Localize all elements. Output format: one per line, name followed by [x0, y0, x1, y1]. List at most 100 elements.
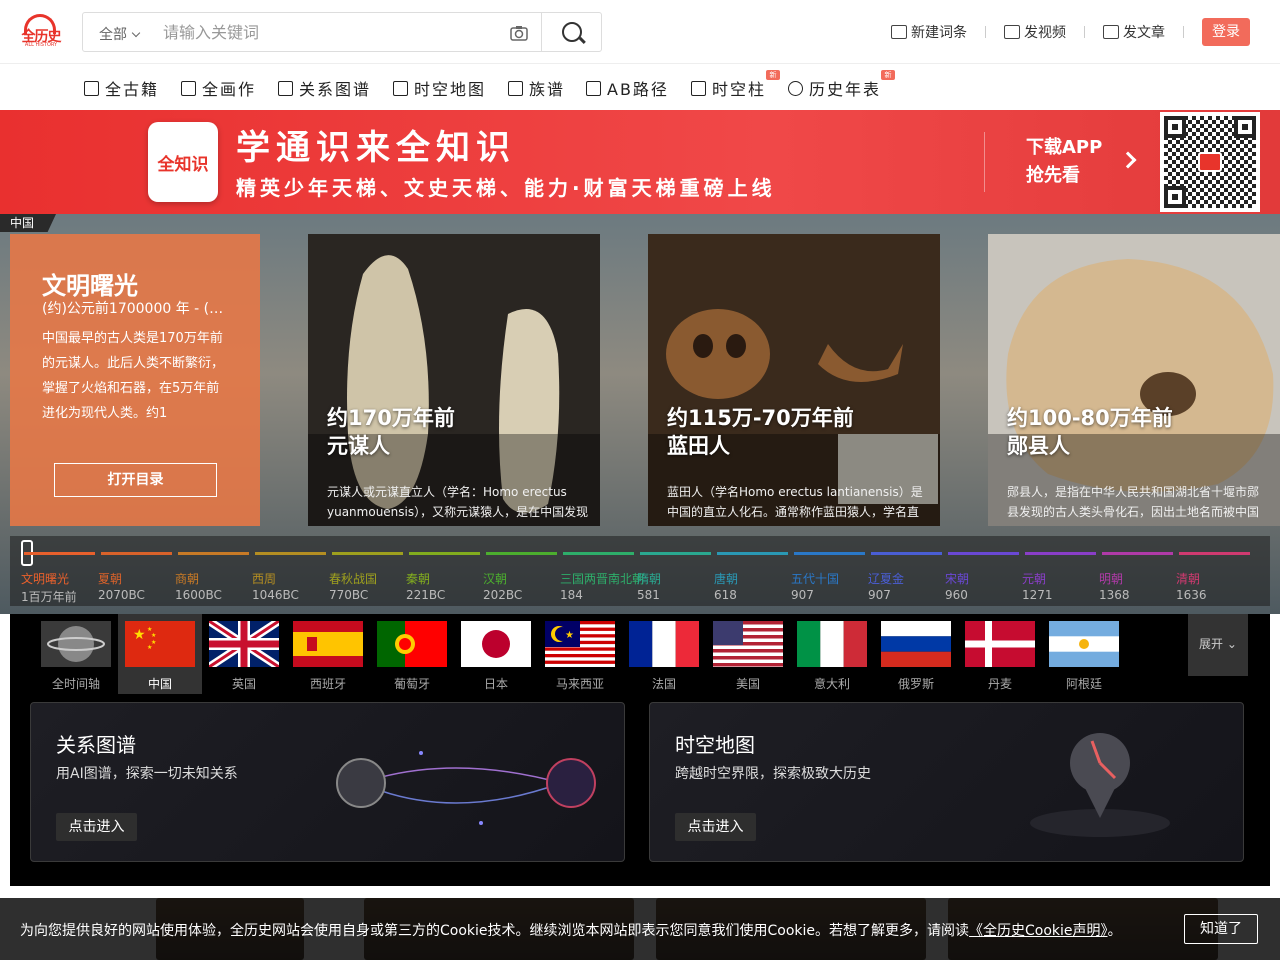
- nav-item-spacetime-pillar[interactable]: 时空柱新: [691, 70, 781, 100]
- dynasty-name[interactable]: 宋朝: [945, 570, 969, 587]
- timeline-segment[interactable]: [717, 552, 788, 555]
- country-tab[interactable]: 意大利: [790, 614, 874, 694]
- timeline-segment[interactable]: [486, 552, 557, 555]
- search-input[interactable]: [163, 21, 493, 43]
- era-range: (约)公元前1700000 年 - (约)公元前2070年: [42, 301, 232, 317]
- dynasty-name[interactable]: 夏朝: [98, 570, 122, 587]
- timeline-segment[interactable]: [332, 552, 403, 555]
- timeline-segment[interactable]: [409, 552, 480, 555]
- search-scope-dropdown[interactable]: 全部: [99, 24, 141, 44]
- site-logo[interactable]: 全历史 ALL HISTORY: [20, 14, 62, 48]
- timeline-segment[interactable]: [24, 552, 95, 555]
- country-tab[interactable]: 俄罗斯: [874, 614, 958, 694]
- country-tab[interactable]: ★ 马来西亚: [538, 614, 622, 694]
- country-tab[interactable]: 葡萄牙: [370, 614, 454, 694]
- dynasty-start-year: 907: [791, 588, 814, 602]
- login-button[interactable]: 登录: [1202, 18, 1250, 46]
- nav-label: 时空地图: [414, 80, 487, 99]
- country-tab[interactable]: 阿根廷: [1042, 614, 1126, 694]
- dynasty-name[interactable]: 元朝: [1022, 570, 1046, 587]
- nav-item-ab-path[interactable]: AB路径: [586, 76, 669, 100]
- country-tab[interactable]: 全时间轴: [34, 614, 118, 694]
- spain-flag: [293, 621, 363, 667]
- timeline-segment[interactable]: [640, 552, 711, 555]
- dynasty-name[interactable]: 辽夏金: [868, 570, 904, 587]
- dynasty-name[interactable]: 秦朝: [406, 570, 430, 587]
- dynasty-start-year: 960: [945, 588, 968, 602]
- dynasty-name[interactable]: 汉朝: [483, 570, 507, 587]
- nav-item-chronology[interactable]: 历史年表新: [788, 70, 896, 100]
- new-entry-button[interactable]: 新建词条: [891, 22, 967, 42]
- quanzhishi-logo-text: 全知识: [157, 155, 209, 175]
- timeline-segment[interactable]: [563, 552, 634, 555]
- event-card-lantian[interactable]: 约115万-70万年前 蓝田人 蓝田人（学名Homo erectus lanti…: [648, 234, 940, 526]
- timeline-segment[interactable]: [1179, 552, 1250, 555]
- dynasty-start-year: 1368: [1099, 588, 1130, 602]
- country-tab[interactable]: 法国: [622, 614, 706, 694]
- timeline-segment[interactable]: [794, 552, 865, 555]
- qr-logo: [1198, 152, 1222, 172]
- country-tab[interactable]: 英国: [202, 614, 286, 694]
- dynasty-name[interactable]: 三国两晋南北朝: [560, 570, 644, 587]
- feature-title: 关系图谱: [56, 733, 136, 757]
- timeline-segment[interactable]: [948, 552, 1019, 555]
- dynasty-name[interactable]: 西周: [252, 570, 276, 587]
- camera-icon[interactable]: [509, 23, 529, 43]
- country-tab[interactable]: 丹麦: [958, 614, 1042, 694]
- dynasty-name[interactable]: 文明曙光: [21, 570, 69, 587]
- promo-banner[interactable]: 全知识 学通识来全知识 精英少年天梯、文史天梯、能力·财富天梯重磅上线 下载AP…: [0, 110, 1280, 214]
- event-card-yunxian[interactable]: 约100-80万年前 郧县人 郧县人，是指在中华人民共和国湖北省十堰市郧县发现的…: [988, 234, 1280, 526]
- country-tab[interactable]: 日本: [454, 614, 538, 694]
- region-tag: 中国: [0, 214, 57, 232]
- cookie-policy-link[interactable]: 《全历史Cookie声明》: [969, 923, 1108, 939]
- country-tab[interactable]: 西班牙: [286, 614, 370, 694]
- event-card-yuanmou[interactable]: 约170万年前 元谋人 元谋人或元谋直立人（学名：Homo erectus yu…: [308, 234, 600, 526]
- country-name: 西班牙: [309, 677, 346, 691]
- open-catalog-button[interactable]: 打开目录: [54, 463, 217, 497]
- event-name: 郧县人: [1007, 434, 1070, 458]
- spacetime-map-card[interactable]: 时空地图 跨越时空界限，探索极致大历史 点击进入: [649, 702, 1244, 862]
- expand-button[interactable]: 展开 ⌄: [1188, 614, 1248, 676]
- post-video-button[interactable]: 发视频: [1004, 22, 1066, 42]
- timeline-segment[interactable]: [871, 552, 942, 555]
- dynasty-name[interactable]: 唐朝: [714, 570, 738, 587]
- uk-flag: [209, 621, 279, 667]
- dynasty-name[interactable]: 清朝: [1176, 570, 1200, 587]
- expand-label: 展开: [1199, 637, 1224, 651]
- divider: [985, 26, 986, 38]
- clock-icon: [788, 80, 803, 96]
- country-tab[interactable]: 美国: [706, 614, 790, 694]
- timeline-segment[interactable]: [1025, 552, 1096, 555]
- nav-label: 时空柱: [712, 80, 767, 99]
- timeline-segment[interactable]: [178, 552, 249, 555]
- dynasty-name[interactable]: 五代十国: [791, 570, 839, 587]
- svg-text:★: ★: [565, 630, 574, 641]
- nav-item-spacetime-map[interactable]: 时空地图: [393, 76, 486, 100]
- dynasty-name[interactable]: 春秋战国: [329, 570, 377, 587]
- dynasty-name[interactable]: 明朝: [1099, 570, 1123, 587]
- dynasty-name[interactable]: 商朝: [175, 570, 199, 587]
- download-app-cta[interactable]: 下载APP 抢先看: [1026, 134, 1102, 190]
- dynasty-name[interactable]: 隋朝: [637, 570, 661, 587]
- search-button[interactable]: [541, 13, 602, 51]
- banner-subtitle: 精英少年天梯、文史天梯、能力·财富天梯重磅上线: [236, 176, 776, 200]
- dynasty-start-year: 2070BC: [98, 588, 145, 602]
- country-name: 意大利: [813, 677, 850, 691]
- enter-button[interactable]: 点击进入: [675, 813, 756, 841]
- cookie-accept-button[interactable]: 知道了: [1184, 914, 1258, 944]
- timeline-segment[interactable]: [255, 552, 326, 555]
- cookie-banner: 为向您提供良好的网站使用体验，全历史网站会使用自身或第三方的Cookie技术。继…: [0, 898, 1280, 960]
- nav-item-genealogy[interactable]: 族谱: [508, 76, 565, 100]
- enter-button[interactable]: 点击进入: [56, 813, 137, 841]
- timeline-segment[interactable]: [1102, 552, 1173, 555]
- japan-flag: [461, 621, 531, 667]
- post-article-button[interactable]: 发文章: [1103, 22, 1165, 42]
- nav-label: 关系图谱: [299, 80, 372, 99]
- dynasty-start-year: 1271: [1022, 588, 1053, 602]
- timeline-segment[interactable]: [101, 552, 172, 555]
- nav-item-ancient-books[interactable]: 全古籍: [84, 76, 159, 100]
- nav-item-relation-graph[interactable]: 关系图谱: [278, 76, 371, 100]
- country-tab[interactable]: ★ ★ ★ ★ ★ 中国: [118, 614, 202, 694]
- relation-graph-card[interactable]: 关系图谱 用AI图谱，探索一切未知关系 点击进入: [30, 702, 625, 862]
- nav-item-paintings[interactable]: 全画作: [181, 76, 256, 100]
